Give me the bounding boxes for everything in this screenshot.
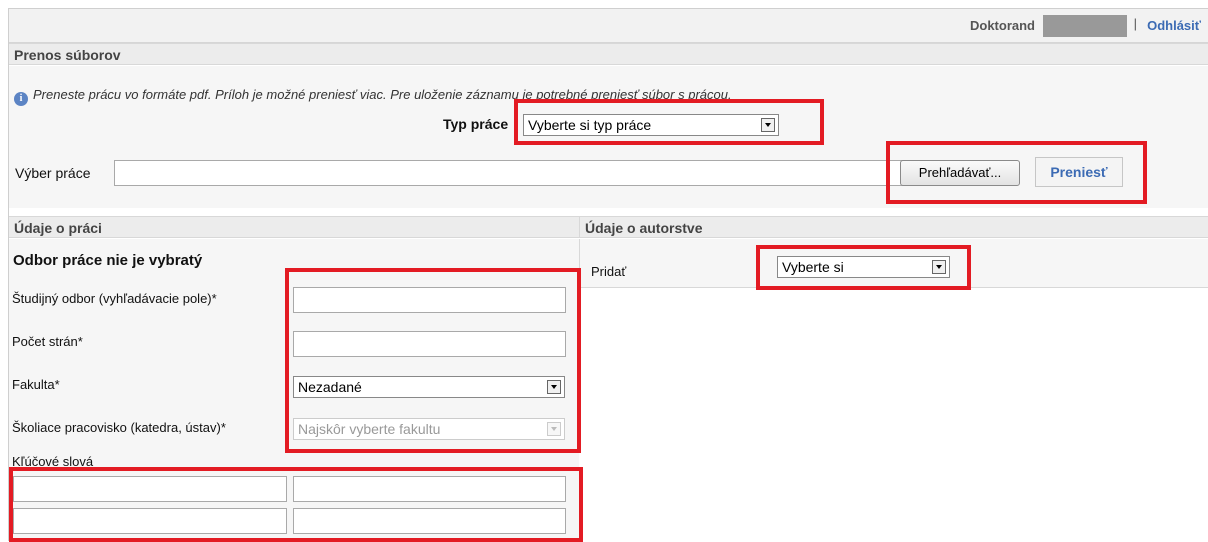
chevron-down-icon[interactable]	[761, 118, 775, 132]
faculty-select[interactable]: Nezadané	[293, 376, 565, 398]
dept-label: Školiace pracovisko (katedra, ústav)*	[12, 420, 226, 435]
file-label: Výber práce	[15, 165, 91, 181]
field-input[interactable]	[293, 287, 566, 313]
authorship-section-title: Údaje o autorstve	[579, 216, 1208, 238]
dept-select-value: Najskôr vyberte fakultu	[298, 421, 441, 437]
keyword-input-3[interactable]	[13, 508, 287, 534]
pages-label: Počet strán*	[12, 334, 83, 349]
faculty-select-value: Nezadané	[298, 379, 362, 395]
pages-input[interactable]	[293, 331, 566, 357]
logout-link[interactable]: Odhlásiť	[1147, 18, 1201, 33]
type-label: Typ práce	[443, 116, 509, 132]
upload-button[interactable]: Preniesť	[1035, 157, 1123, 187]
type-select-value: Vyberte si typ práce	[528, 117, 652, 133]
redacted-username	[1043, 15, 1127, 37]
field-label: Študijný odbor (vyhľadávacie pole)*	[12, 291, 217, 306]
add-label: Pridať	[591, 264, 627, 279]
keyword-input-4[interactable]	[293, 508, 566, 534]
transfer-section-title: Prenos súborov	[9, 43, 1208, 65]
keyword-input-1[interactable]	[13, 476, 287, 502]
info-icon: i	[14, 92, 28, 106]
user-role: Doktorand	[970, 18, 1035, 33]
authorship-select-value: Vyberte si	[782, 259, 844, 275]
chevron-down-icon	[547, 422, 561, 436]
page-frame: Doktorand | Odhlásiť Prenos súborov i Pre…	[8, 8, 1208, 542]
faculty-label: Fakulta*	[12, 377, 60, 392]
type-select[interactable]: Vyberte si typ práce	[523, 114, 779, 136]
separator: |	[1133, 16, 1137, 31]
keywords-label: Kľúčové slová	[12, 454, 94, 469]
file-path-input[interactable]	[114, 160, 904, 186]
chevron-down-icon[interactable]	[547, 380, 561, 394]
browse-button[interactable]: Prehľadávať...	[900, 160, 1020, 186]
top-bar: Doktorand | Odhlásiť	[9, 9, 1208, 43]
dept-select: Najskôr vyberte fakultu	[293, 418, 565, 440]
chevron-down-icon[interactable]	[932, 260, 946, 274]
transfer-info-text: Preneste prácu vo formáte pdf. Príloh je…	[33, 87, 732, 102]
keyword-input-2[interactable]	[293, 476, 566, 502]
work-section-title: Údaje o práci	[9, 216, 579, 238]
transfer-info: i Preneste prácu vo formáte pdf. Príloh j…	[14, 87, 732, 106]
work-subtitle: Odbor práce nie je vybratý	[13, 252, 203, 269]
authorship-select[interactable]: Vyberte si	[777, 256, 950, 278]
